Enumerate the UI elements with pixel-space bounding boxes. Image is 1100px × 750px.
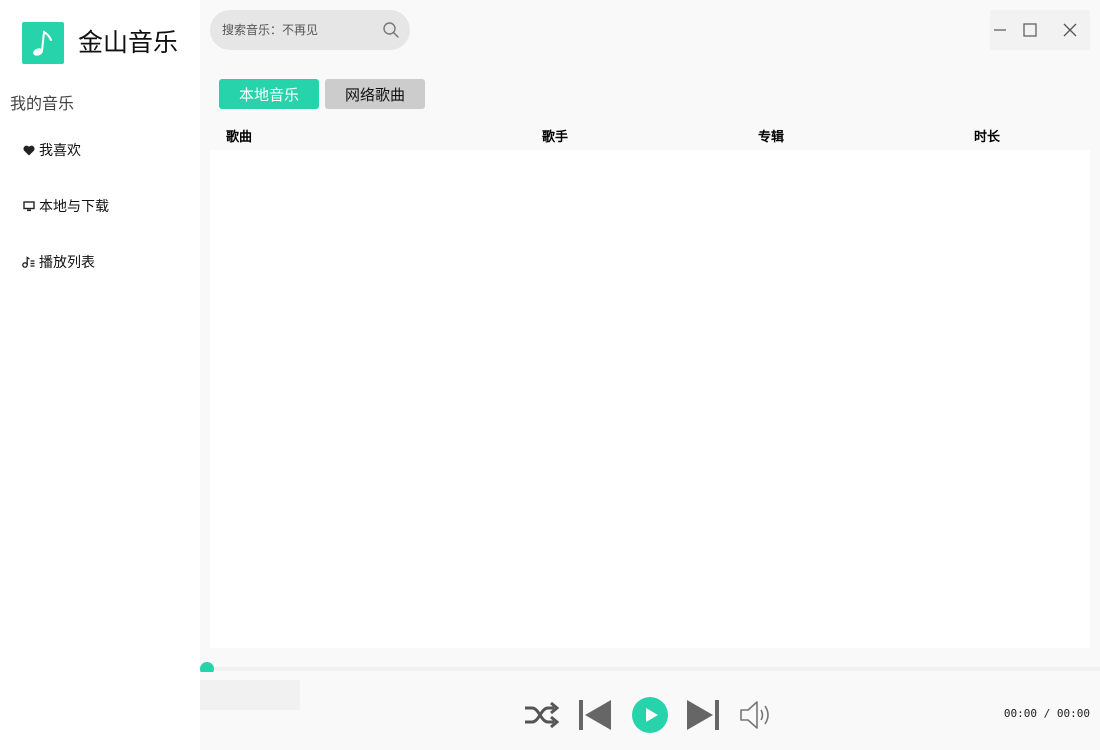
window-controls [990,10,1090,50]
song-table-body [210,150,1090,648]
song-table-header: 歌曲 歌手 专辑 时长 [210,120,1090,150]
search-box [210,10,410,50]
time-display: 00:00 / 00:00 [1003,707,1090,720]
volume-icon [740,701,769,729]
maximize-button[interactable] [1010,10,1050,50]
tab-online-songs[interactable]: 网络歌曲 [325,79,425,109]
monitor-icon [22,200,35,213]
section-label-my-music: 我的音乐 [10,94,75,113]
sidebar-item-label: 播放列表 [39,255,95,271]
column-header-song[interactable]: 歌曲 [226,126,252,145]
app-logo [22,22,64,64]
progress-track[interactable] [200,667,1100,671]
sidebar: 金山音乐 我的音乐 我喜欢 本地与下载 播放列表 [0,0,200,750]
main-panel: 本地音乐 网络歌曲 歌曲 歌手 专辑 时长 [200,0,1100,750]
sidebar-item-label: 本地与下载 [39,199,109,215]
playlist-icon [22,256,35,269]
search-input[interactable] [222,23,382,37]
maximize-icon [1023,23,1037,37]
column-header-artist[interactable]: 歌手 [542,126,568,145]
tab-local-music[interactable]: 本地音乐 [219,79,319,109]
column-header-album[interactable]: 专辑 [758,126,784,145]
sidebar-item-favorites[interactable]: 我喜欢 [22,139,81,161]
shuffle-icon [525,701,559,729]
heart-icon [22,144,35,157]
play-button[interactable] [632,697,668,733]
previous-icon [579,700,611,730]
next-button[interactable] [684,698,722,732]
app-title: 金山音乐 [78,28,179,57]
column-header-duration[interactable]: 时长 [974,126,1000,145]
now-playing-area [200,680,300,710]
player-bar: 00:00 / 00:00 [200,672,1100,750]
sidebar-item-playlist[interactable]: 播放列表 [22,251,95,273]
minimize-icon [994,29,1006,31]
search-icon[interactable] [382,21,400,39]
music-note-icon [33,30,52,56]
close-icon [1063,23,1077,37]
next-icon [687,700,719,730]
sidebar-item-local-downloads[interactable]: 本地与下载 [22,195,109,217]
shuffle-button[interactable] [522,698,560,732]
close-button[interactable] [1050,10,1090,50]
sidebar-item-label: 我喜欢 [39,143,81,159]
play-icon [632,697,668,733]
minimize-button[interactable] [990,10,1010,50]
previous-button[interactable] [576,698,614,732]
volume-button[interactable] [738,698,776,732]
